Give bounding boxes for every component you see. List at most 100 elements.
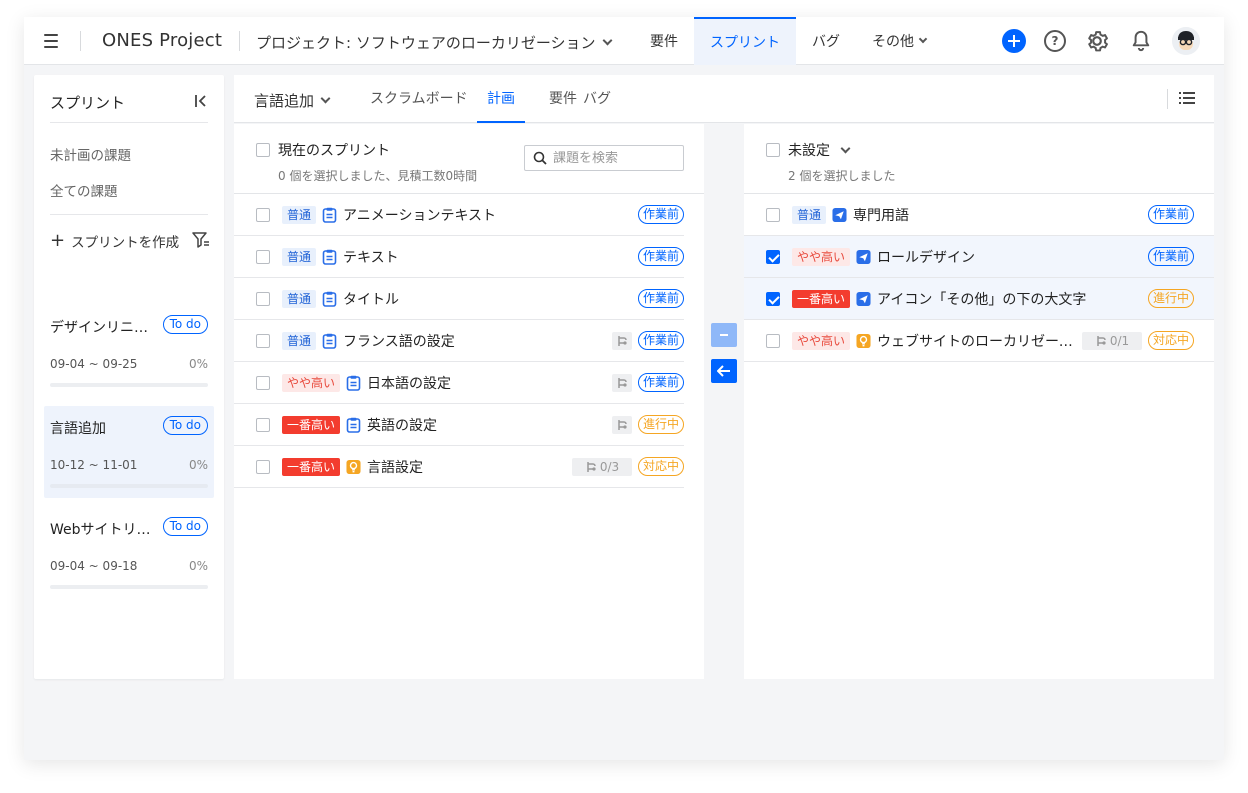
list-item[interactable]: 普通 専門用語 作業前	[744, 194, 1214, 236]
task-icon	[856, 291, 871, 306]
sidebar-link-all-issues[interactable]: 全ての課題	[50, 180, 118, 200]
row-checkbox[interactable]	[256, 249, 270, 264]
priority-badge: 一番高い	[792, 289, 851, 308]
collapse-sidebar-icon[interactable]	[194, 94, 208, 108]
sprint-sidebar: スプリント 未計画の課題 全ての課題 + スプリントを作成 デザインリニューアル…	[34, 75, 224, 679]
sprint-dates: 10-12 ~ 11-01	[50, 458, 138, 472]
issue-title[interactable]: ウェブサイトのローカリゼーション	[877, 331, 1076, 351]
row-checkbox[interactable]	[766, 207, 780, 222]
arrow-left-icon	[717, 365, 730, 377]
status-badge[interactable]: 作業前	[637, 373, 684, 392]
status-badge[interactable]: 作業前	[637, 331, 684, 350]
bell-icon[interactable]	[1128, 28, 1154, 54]
row-checkbox[interactable]	[766, 249, 780, 264]
subtask-icon	[618, 377, 627, 388]
nav-requirements[interactable]: 要件	[634, 17, 694, 65]
avatar-face-icon	[1172, 27, 1200, 55]
row-checkbox[interactable]	[256, 207, 270, 222]
list-item[interactable]: 一番高い 英語の設定 進行中	[234, 404, 684, 446]
nav-sprint[interactable]: スプリント	[694, 17, 796, 65]
search-input[interactable]	[553, 150, 673, 166]
issue-title[interactable]: アイコン「その他」の下の大文字	[877, 289, 1142, 309]
list-item[interactable]: やや高い ロールデザイン 作業前	[744, 236, 1214, 278]
subtask-indicator	[611, 373, 632, 392]
nav-label: バグ	[812, 34, 840, 50]
progress-bar	[50, 585, 208, 589]
idea-icon	[346, 459, 361, 474]
issue-title[interactable]: 日本語の設定	[367, 373, 606, 393]
list-item[interactable]: やや高い ウェブサイトのローカリゼーション 0/1 対応中	[744, 320, 1214, 362]
row-checkbox[interactable]	[766, 333, 780, 348]
filter-icon[interactable]	[192, 232, 210, 248]
list-item[interactable]: 一番高い 言語設定 0/3 対応中	[234, 446, 684, 488]
status-badge[interactable]: 対応中	[637, 457, 684, 476]
row-checkbox[interactable]	[766, 291, 780, 306]
subtask-count-text: 0/3	[599, 459, 620, 474]
sprint-item[interactable]: 言語追加 To do 10-12 ~ 11-01 0%	[44, 406, 214, 498]
row-checkbox[interactable]	[256, 375, 270, 390]
issue-title[interactable]: 専門用語	[853, 205, 1142, 225]
list-item[interactable]: 普通 タイトル 作業前	[234, 278, 684, 320]
row-checkbox[interactable]	[256, 291, 270, 306]
divider	[80, 31, 81, 51]
issue-title[interactable]: 言語設定	[367, 457, 566, 477]
status-badge[interactable]: 作業前	[1147, 247, 1194, 266]
create-sprint-button[interactable]: + スプリントを作成	[50, 231, 179, 252]
list-item[interactable]: 普通 アニメーションテキスト 作業前	[234, 194, 684, 236]
list-view-icon[interactable]	[1178, 90, 1196, 106]
tab-bugs[interactable]: バグ	[573, 75, 621, 123]
tab-scrum-board[interactable]: スクラムボード	[360, 75, 478, 123]
sprint-dates: 09-04 ~ 09-25	[50, 357, 138, 371]
row-checkbox[interactable]	[256, 333, 270, 348]
panel-title[interactable]: 未設定	[766, 140, 851, 160]
gear-icon[interactable]	[1084, 28, 1110, 54]
issue-title[interactable]: 英語の設定	[367, 415, 606, 435]
status-badge[interactable]: 作業前	[637, 247, 684, 266]
select-all-checkbox[interactable]	[766, 143, 780, 157]
subtask-icon	[618, 419, 627, 430]
requirement-icon	[322, 249, 337, 265]
select-all-checkbox[interactable]	[256, 143, 270, 157]
status-badge[interactable]: 作業前	[1147, 205, 1194, 224]
priority-badge: 普通	[792, 205, 827, 224]
app-window: ONES Project プロジェクト: ソフトウェアのローカリゼーション 要件…	[24, 17, 1224, 760]
list-item[interactable]: 普通 フランス語の設定 作業前	[234, 320, 684, 362]
issue-title[interactable]: テキスト	[343, 247, 632, 267]
sprint-selector[interactable]: 言語追加	[254, 90, 331, 111]
sidebar-link-unplanned[interactable]: 未計画の課題	[50, 144, 131, 164]
divider	[1167, 89, 1168, 109]
sprint-item[interactable]: デザインリニューアル To do 09-04 ~ 09-25 0%	[44, 305, 214, 397]
status-badge[interactable]: 進行中	[637, 415, 684, 434]
sprint-item[interactable]: Webサイトリニューアル To do 09-04 ~ 09-18 0%	[44, 507, 214, 599]
issue-title[interactable]: フランス語の設定	[343, 331, 606, 351]
move-left-button[interactable]	[711, 359, 737, 383]
list-item[interactable]: 一番高い アイコン「その他」の下の大文字 進行中	[744, 278, 1214, 320]
status-badge[interactable]: 進行中	[1147, 289, 1194, 308]
row-checkbox[interactable]	[256, 459, 270, 474]
main-tabs: 言語追加 スクラムボード 計画 要件 バグ	[234, 75, 1214, 123]
add-icon[interactable]	[1002, 29, 1026, 53]
project-selector[interactable]: プロジェクト: ソフトウェアのローカリゼーション	[256, 32, 612, 53]
help-icon[interactable]: ?	[1044, 30, 1066, 52]
status-badge: To do	[162, 315, 208, 334]
nav-bugs[interactable]: バグ	[796, 17, 856, 65]
issue-title[interactable]: ロールデザイン	[877, 247, 1142, 267]
avatar[interactable]	[1172, 27, 1200, 55]
list-item[interactable]: 普通 テキスト 作業前	[234, 236, 684, 278]
row-checkbox[interactable]	[256, 417, 270, 432]
tab-planning[interactable]: 計画	[477, 75, 525, 123]
panel-title-text: 未設定	[788, 143, 830, 159]
top-bar: ONES Project プロジェクト: ソフトウェアのローカリゼーション 要件…	[24, 17, 1224, 65]
list-item[interactable]: やや高い 日本語の設定 作業前	[234, 362, 684, 404]
menu-icon[interactable]	[44, 34, 58, 48]
nav-more[interactable]: その他	[856, 17, 942, 65]
remove-button[interactable]	[711, 323, 737, 347]
sprint-progress: 0%	[188, 357, 208, 371]
status-badge[interactable]: 作業前	[637, 205, 684, 224]
status-badge[interactable]: 作業前	[637, 289, 684, 308]
status-badge[interactable]: 対応中	[1147, 331, 1194, 350]
issue-title[interactable]: タイトル	[343, 289, 632, 309]
sprint-name: Webサイトリニューアル	[50, 522, 158, 538]
issue-title[interactable]: アニメーションテキスト	[343, 205, 632, 225]
subtask-count: 0/1	[1081, 331, 1142, 350]
